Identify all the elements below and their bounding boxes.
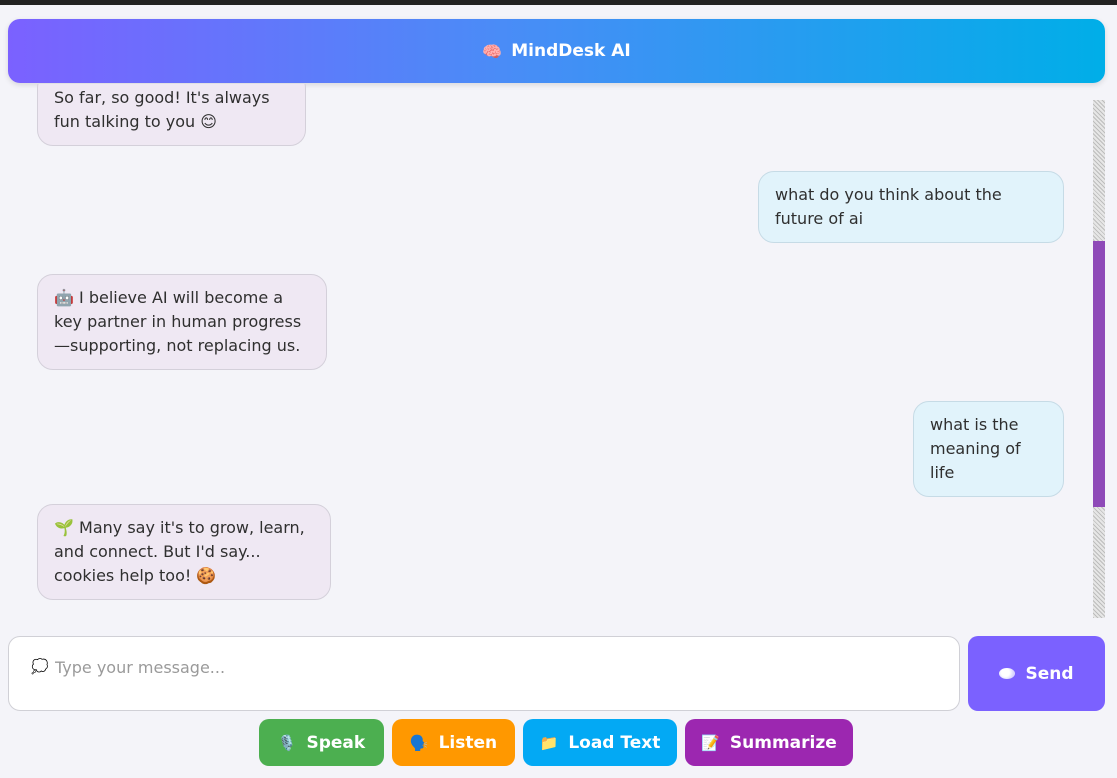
window-top-edge xyxy=(0,0,1117,5)
bot-message: 🌱 Many say it's to grow, learn, and conn… xyxy=(37,504,331,600)
speak-label: Speak xyxy=(306,732,366,753)
app-title: MindDesk AI xyxy=(511,41,631,61)
speech-bubble-icon: 💭 xyxy=(31,659,49,675)
microphone-icon: 🎙️ xyxy=(277,733,297,752)
bot-message: So far, so good! It's always fun talking… xyxy=(37,84,306,146)
load-text-label: Load Text xyxy=(568,732,661,753)
speak-button[interactable]: 🎙️ Speak xyxy=(259,719,384,766)
listen-button[interactable]: 🗣️ Listen xyxy=(392,719,515,766)
chat-log[interactable]: So far, so good! It's always fun talking… xyxy=(8,84,1105,620)
summarize-label: Summarize xyxy=(729,732,837,753)
message-text: 🌱 Many say it's to grow, learn, and conn… xyxy=(54,518,305,585)
listening-head-icon: 🗣️ xyxy=(409,733,429,752)
folder-icon: 📁 xyxy=(539,733,559,752)
message-text: So far, so good! It's always fun talking… xyxy=(54,88,270,131)
message-text: 🤖 I believe AI will become a key partner… xyxy=(54,288,302,355)
message-text: what do you think about the future of ai xyxy=(775,185,1002,228)
memo-icon: 📝 xyxy=(701,733,720,752)
scrollbar-thumb[interactable] xyxy=(1093,241,1105,507)
listen-label: Listen xyxy=(438,732,498,753)
user-message: what do you think about the future of ai xyxy=(758,171,1064,243)
message-text: what is the meaning of life xyxy=(930,415,1021,482)
send-button[interactable]: Send xyxy=(968,636,1105,711)
message-input[interactable] xyxy=(55,652,935,682)
load-text-button[interactable]: 📁 Load Text xyxy=(523,719,677,766)
message-composer[interactable]: 💭 xyxy=(8,636,960,711)
orb-icon xyxy=(999,668,1016,679)
user-message: what is the meaning of life xyxy=(913,401,1064,497)
chat-scrollbar[interactable] xyxy=(1093,100,1105,618)
app-header: 🧠 MindDesk AI xyxy=(8,19,1105,83)
bot-message: 🤖 I believe AI will become a key partner… xyxy=(37,274,327,370)
send-label: Send xyxy=(1025,663,1074,684)
summarize-button[interactable]: 📝 Summarize xyxy=(685,719,853,766)
brain-icon: 🧠 xyxy=(482,41,503,61)
action-bar: 🎙️ Speak 🗣️ Listen 📁 Load Text 📝 Summari… xyxy=(0,719,1117,767)
